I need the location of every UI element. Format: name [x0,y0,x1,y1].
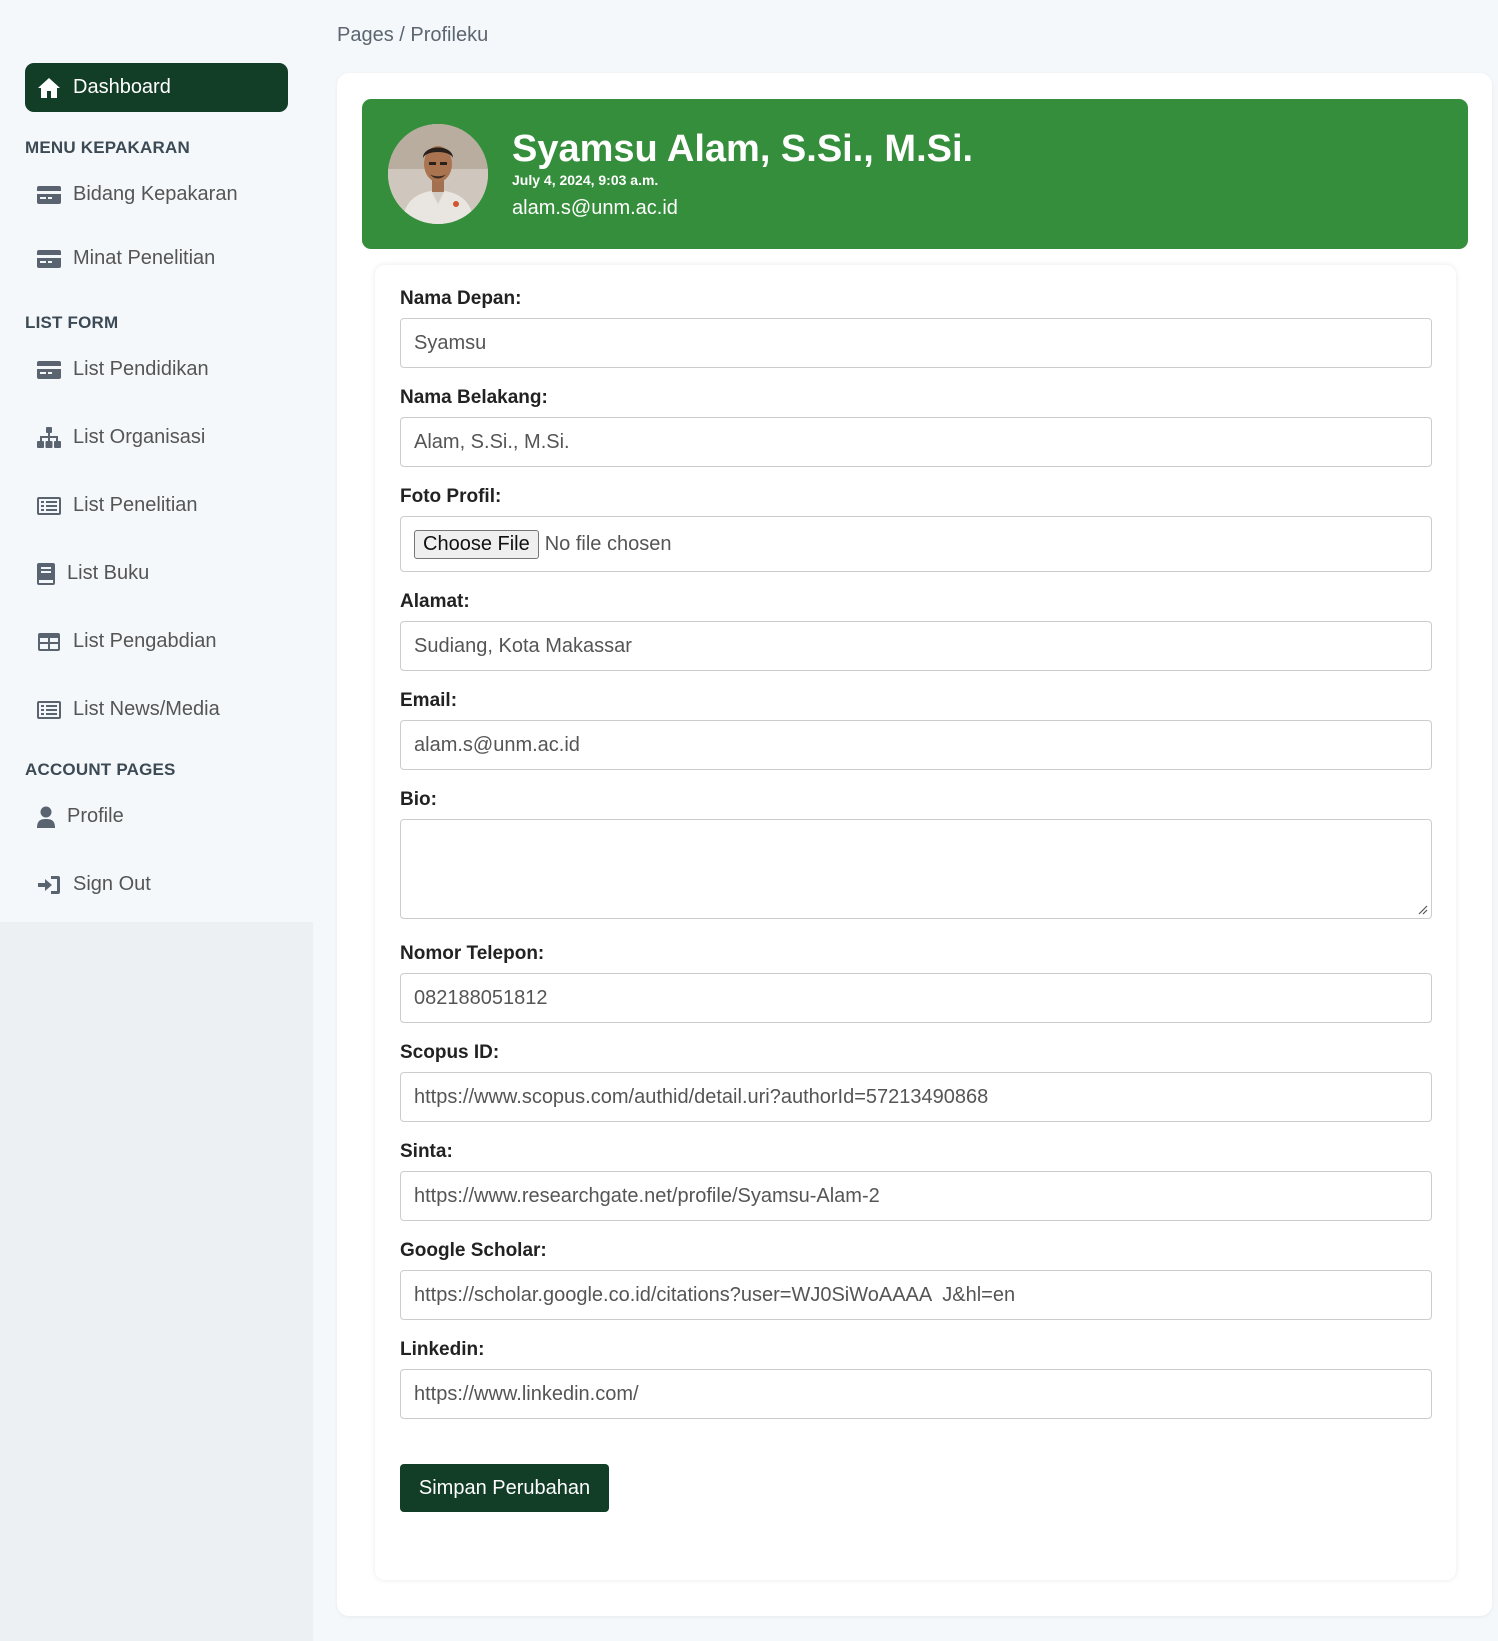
google-scholar-input[interactable]: https://scholar.google.co.id/citations?u… [400,1270,1432,1320]
book-icon [37,562,55,585]
linkedin-value: https://www.linkedin.com/ [414,1382,639,1405]
bio-textarea[interactable] [400,819,1432,919]
card-icon [37,359,61,381]
foto-profil-file-input[interactable]: Choose File No file chosen [400,516,1432,572]
scopus-id-input[interactable]: https://www.scopus.com/authid/detail.uri… [400,1072,1432,1122]
sidebar-item-list-buku[interactable]: List Buku [37,562,149,585]
nomor-telepon-value: 082188051812 [414,986,548,1009]
google-scholar-label: Google Scholar: [400,1240,547,1261]
sidebar-item-label: List Buku [67,562,150,584]
sidebar-item-profile[interactable]: Profile [37,805,124,828]
foto-profil-label: Foto Profil: [400,486,502,507]
sidebar-item-label: Sign Out [73,873,151,895]
google-scholar-value: https://scholar.google.co.id/citations?u… [414,1283,1016,1306]
sidebar-item-bidang-kepakaran[interactable]: Bidang Kepakaran [37,183,238,206]
section-title-account-pages: ACCOUNT PAGES [25,760,176,779]
sidebar-item-label: Profile [67,805,124,827]
sitemap-icon [37,426,61,449]
profile-name: Syamsu Alam, S.Si., M.Si. [512,128,974,170]
card-icon [37,248,61,270]
sidebar-item-list-pengabdian[interactable]: List Pengabdian [37,630,216,653]
email-field[interactable]: alam.s@unm.ac.id [400,720,1432,770]
sinta-value: https://www.researchgate.net/profile/Sya… [414,1184,880,1207]
nama-belakang-input[interactable]: Alam, S.Si., M.Si. [400,417,1432,467]
nama-belakang-label: Nama Belakang: [400,387,548,408]
list-alt-icon [37,699,61,721]
nama-depan-input[interactable]: Syamsu [400,318,1432,368]
table-icon [37,631,61,653]
sidebar-item-label: Bidang Kepakaran [73,183,238,205]
linkedin-label: Linkedin: [400,1339,485,1360]
card-icon [37,184,61,206]
file-status-text: No file chosen [544,532,672,555]
nama-belakang-value: Alam, S.Si., M.Si. [414,430,570,453]
sinta-label: Sinta: [400,1141,453,1162]
alamat-value: Sudiang, Kota Makassar [414,634,632,657]
sidebar-item-minat-penelitian[interactable]: Minat Penelitian [37,247,215,270]
sidebar-item-sign-out[interactable]: Sign Out [37,873,151,896]
email-value: alam.s@unm.ac.id [414,733,580,756]
sidebar-item-label: List News/Media [73,698,220,720]
nomor-telepon-input[interactable]: 082188051812 [400,973,1432,1023]
bio-label: Bio: [400,789,437,810]
sidebar-item-list-organisasi[interactable]: List Organisasi [37,426,205,449]
nama-depan-value: Syamsu [414,331,487,354]
nama-depan-label: Nama Depan: [400,288,522,309]
sidebar-item-label: List Pendidikan [73,358,209,380]
sidebar-background [0,922,313,1641]
avatar [388,124,488,224]
sidebar-item-label: Dashboard [73,76,171,98]
email-label: Email: [400,690,458,711]
profile-email: alam.s@unm.ac.id [512,197,678,219]
choose-file-button[interactable]: Choose File [414,529,539,559]
sidebar-item-dashboard[interactable]: Dashboard [25,63,288,112]
scopus-id-value: https://www.scopus.com/authid/detail.uri… [414,1085,989,1108]
sidebar-item-label: List Penelitian [73,494,198,516]
alamat-input[interactable]: Sudiang, Kota Makassar [400,621,1432,671]
sinta-input[interactable]: https://www.researchgate.net/profile/Sya… [400,1171,1432,1221]
sidebar-item-label: List Organisasi [73,426,206,448]
sidebar-item-list-pendidikan[interactable]: List Pendidikan [37,358,209,381]
profile-date: July 4, 2024, 9:03 a.m. [512,172,659,188]
save-changes-button[interactable]: Simpan Perubahan [400,1464,609,1512]
alamat-label: Alamat: [400,591,470,612]
nomor-telepon-label: Nomor Telepon: [400,943,545,964]
sidebar-item-list-news-media[interactable]: List News/Media [37,698,220,721]
section-title-menu-kepakaran: MENU KEPAKARAN [25,138,190,157]
list-alt-icon [37,495,61,517]
user-icon [37,806,55,828]
scopus-id-label: Scopus ID: [400,1042,500,1063]
section-title-list-form: LIST FORM [25,313,119,332]
sign-in-icon [37,874,61,896]
sidebar-item-label: List Pengabdian [73,630,217,652]
home-icon [38,77,60,98]
resize-grip-icon[interactable] [1418,905,1428,915]
breadcrumb: Pages / Profileku [337,24,489,46]
linkedin-input[interactable]: https://www.linkedin.com/ [400,1369,1432,1419]
sidebar-item-label: Minat Penelitian [73,247,216,269]
sidebar-item-list-penelitian[interactable]: List Penelitian [37,494,198,517]
sidebar: Dashboard MENU KEPAKARAN Bidang Kepakara… [0,0,313,922]
